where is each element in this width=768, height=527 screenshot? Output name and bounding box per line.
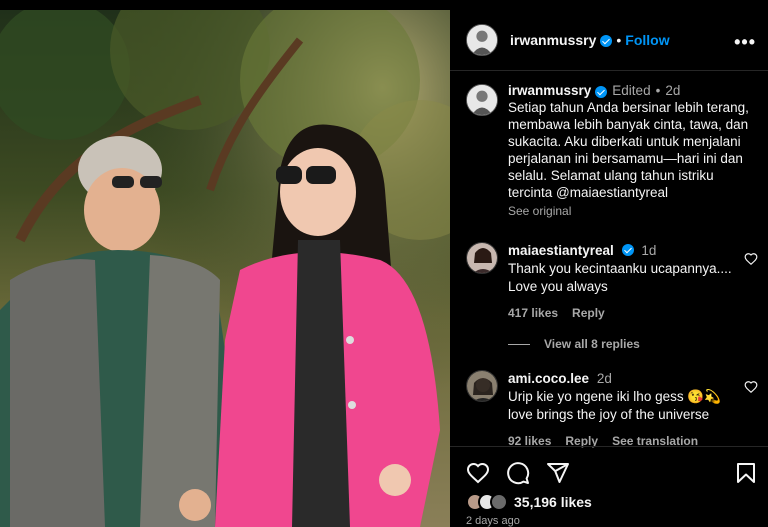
top-strip bbox=[0, 0, 768, 10]
heart-icon[interactable] bbox=[466, 461, 490, 485]
avatar-portrait-icon bbox=[467, 85, 497, 115]
comment-body: ami.coco.lee 2d Urip kie yo ngene iki lh… bbox=[508, 370, 738, 450]
commenter-username[interactable]: ami.coco.lee bbox=[508, 371, 589, 386]
comment-item: maiaestiantyreal 1d Thank you kecintaank… bbox=[466, 242, 762, 322]
view-replies-label: View all 8 replies bbox=[544, 337, 640, 351]
likes-summary[interactable]: 35,196 likes bbox=[466, 493, 592, 511]
verified-badge-icon bbox=[600, 35, 613, 47]
post-timestamp: 2 days ago bbox=[466, 515, 520, 527]
avatar-portrait-icon bbox=[467, 371, 497, 401]
comment-icon[interactable] bbox=[506, 461, 530, 485]
avatar-portrait-icon bbox=[467, 243, 497, 273]
likes-count[interactable]: 35,196 likes bbox=[514, 494, 592, 510]
author-username[interactable]: irwanmussry bbox=[510, 32, 596, 48]
photo-illustration bbox=[0, 10, 450, 527]
avatar-portrait-icon bbox=[467, 25, 497, 55]
comment-body: maiaestiantyreal 1d Thank you kecintaank… bbox=[508, 242, 738, 322]
action-icons bbox=[466, 461, 758, 487]
caption-text: Setiap tahun Anda bersinar lebih terang,… bbox=[508, 100, 749, 200]
verified-badge-icon bbox=[595, 85, 608, 98]
follow-button[interactable]: Follow bbox=[625, 32, 669, 48]
comment-likes[interactable]: 417 likes bbox=[508, 304, 558, 322]
heart-icon[interactable] bbox=[744, 252, 758, 266]
heart-icon[interactable] bbox=[744, 380, 758, 394]
verified-badge-icon bbox=[621, 244, 634, 256]
edited-label: Edited bbox=[612, 83, 651, 98]
comment-text: Thank you kecintaanku ucapannya.... Love… bbox=[508, 261, 732, 294]
caption-body: irwanmussry Edited • 2d Setiap tahun And… bbox=[508, 82, 760, 220]
commenter-avatar[interactable] bbox=[466, 242, 498, 274]
comment-meta: 417 likes Reply bbox=[508, 304, 738, 322]
author-avatar[interactable] bbox=[466, 24, 498, 56]
post-side-panel: irwanmussry • Follow ••• irwanmussry Edi… bbox=[450, 10, 768, 527]
commenter-avatar[interactable] bbox=[466, 370, 498, 402]
see-original-link[interactable]: See original bbox=[508, 203, 760, 220]
separator-dot: • bbox=[616, 32, 622, 48]
reply-button[interactable]: Reply bbox=[572, 304, 605, 322]
comment-age: 1d bbox=[641, 243, 657, 258]
post-header: irwanmussry • Follow ••• bbox=[450, 10, 768, 71]
caption-age: 2d bbox=[665, 83, 681, 98]
comment-age: 2d bbox=[596, 371, 612, 386]
caption-header: irwanmussry Edited • 2d bbox=[508, 82, 760, 99]
caption-username[interactable]: irwanmussry bbox=[508, 82, 591, 99]
caption-avatar[interactable] bbox=[466, 84, 498, 116]
commenter-username[interactable]: maiaestiantyreal bbox=[508, 243, 614, 258]
view-replies-link[interactable]: View all 8 replies bbox=[508, 337, 640, 351]
post-photo[interactable] bbox=[0, 10, 450, 527]
caption-block: irwanmussry Edited • 2d Setiap tahun And… bbox=[466, 82, 762, 220]
bookmark-icon[interactable] bbox=[734, 461, 758, 485]
comment-item: ami.coco.lee 2d Urip kie yo ngene iki lh… bbox=[466, 370, 762, 450]
separator-dot: • bbox=[655, 83, 661, 98]
post-actions-bar: 35,196 likes 2 days ago bbox=[450, 446, 768, 527]
liker-avatar bbox=[490, 493, 508, 511]
share-icon[interactable] bbox=[546, 461, 570, 485]
comment-text: Urip kie yo ngene iki lho gess 😘💫 love b… bbox=[508, 389, 721, 422]
divider-line bbox=[508, 343, 530, 345]
liker-avatars bbox=[466, 493, 508, 511]
more-options-icon[interactable]: ••• bbox=[734, 32, 756, 53]
